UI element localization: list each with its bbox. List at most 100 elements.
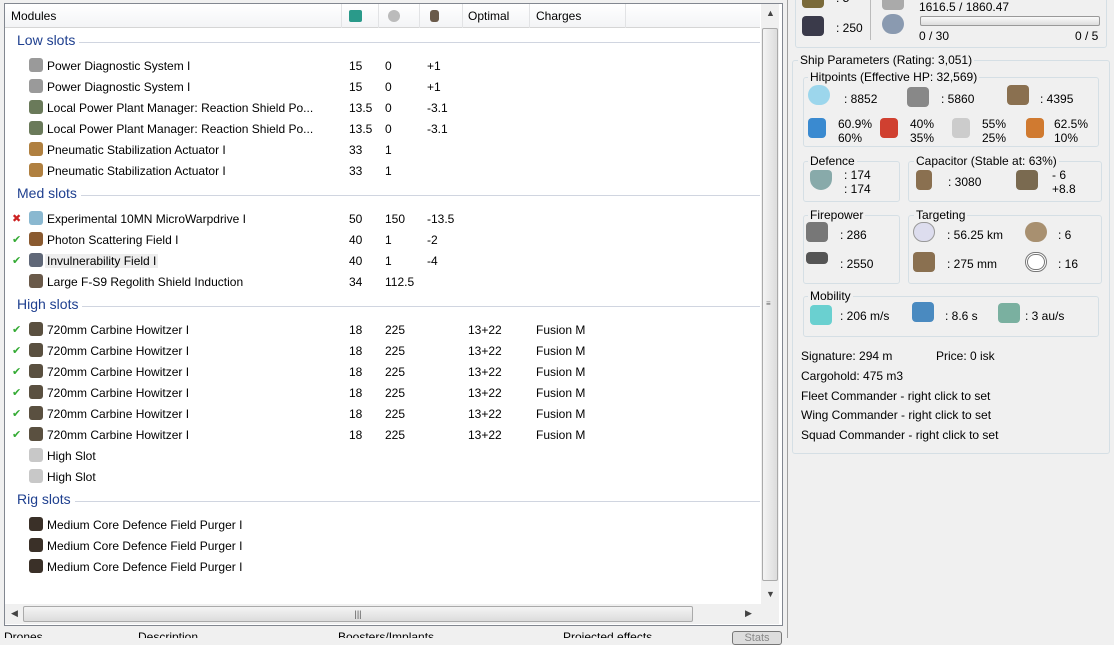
- module-row[interactable]: Power Diagnostic System I 15 0 +1: [5, 55, 760, 76]
- em-resist: 60.9% 60%: [838, 117, 873, 145]
- scroll-up-icon[interactable]: ▲: [766, 8, 775, 18]
- module-cpu: 50: [349, 212, 363, 226]
- module-powergrid: 225: [385, 407, 406, 421]
- drone-bandwidth-icon: [882, 14, 904, 34]
- scroll-down-icon[interactable]: ▼: [766, 589, 775, 599]
- module-charge[interactable]: Fusion M: [536, 323, 585, 337]
- module-name: Experimental 10MN MicroWarpdrive I: [47, 212, 246, 226]
- max-speed: : 206 m/s: [840, 309, 890, 323]
- section-header: Low slots: [5, 28, 760, 55]
- tab-boosters[interactable]: Boosters/Implants: [338, 630, 434, 638]
- module-icon: [29, 211, 43, 225]
- hscroll-thumb[interactable]: |||: [23, 606, 693, 622]
- col-charges[interactable]: Charges: [536, 9, 581, 23]
- scroll-left-icon[interactable]: ◀: [11, 608, 18, 619]
- module-row[interactable]: ✔ 720mm Carbine Howitzer I 18 225 13+22 …: [5, 340, 760, 361]
- active-check-icon[interactable]: ✔: [12, 254, 21, 267]
- module-name: High Slot: [47, 470, 96, 484]
- fleet-commander[interactable]: Fleet Commander - right click to set: [801, 389, 990, 403]
- shield-hp: : 8852: [844, 92, 878, 106]
- module-row[interactable]: ✔ Invulnerability Field I 40 1 -4: [5, 250, 760, 271]
- speed-icon: [810, 305, 832, 325]
- active-check-icon[interactable]: ✔: [12, 233, 21, 246]
- module-name: 720mm Carbine Howitzer I: [47, 323, 190, 337]
- defence-title: Defence: [808, 154, 857, 168]
- active-check-icon[interactable]: ✔: [12, 428, 21, 441]
- range-icon: [913, 222, 935, 242]
- max-targets-icon: [1025, 222, 1047, 242]
- module-powergrid: 1: [385, 143, 392, 157]
- module-capacitor: -3.1: [427, 122, 448, 136]
- hull-hp: : 4395: [1040, 92, 1074, 106]
- active-check-icon[interactable]: ✔: [12, 323, 21, 336]
- module-row[interactable]: ✔ 720mm Carbine Howitzer I 18 225 13+22 …: [5, 382, 760, 403]
- module-charge[interactable]: Fusion M: [536, 428, 585, 442]
- module-name: 720mm Carbine Howitzer I: [47, 386, 190, 400]
- module-capacitor: -4: [427, 254, 438, 268]
- module-row[interactable]: High Slot: [5, 466, 760, 487]
- module-row[interactable]: ✔ 720mm Carbine Howitzer I 18 225 13+22 …: [5, 319, 760, 340]
- module-charge[interactable]: Fusion M: [536, 386, 585, 400]
- module-charge[interactable]: Fusion M: [536, 344, 585, 358]
- shield-icon: [808, 85, 830, 105]
- module-powergrid: 1: [385, 254, 392, 268]
- offline-x-icon[interactable]: ✖: [12, 212, 21, 225]
- module-row[interactable]: Pneumatic Stabilization Actuator I 33 1: [5, 160, 760, 181]
- firepower-title: Firepower: [808, 208, 866, 222]
- cpu-col-icon[interactable]: [349, 10, 362, 22]
- module-row[interactable]: Medium Core Defence Field Purger I: [5, 556, 760, 577]
- module-name: High Slot: [47, 449, 96, 463]
- module-row[interactable]: Medium Core Defence Field Purger I: [5, 514, 760, 535]
- squad-commander[interactable]: Squad Commander - right click to set: [801, 428, 998, 442]
- active-check-icon[interactable]: ✔: [12, 344, 21, 357]
- tab-drones[interactable]: Drones: [4, 630, 43, 638]
- active-check-icon[interactable]: ✔: [12, 365, 21, 378]
- scroll-thumb[interactable]: ≡: [762, 28, 778, 581]
- module-row[interactable]: ✔ Photon Scattering Field I 40 1 -2: [5, 229, 760, 250]
- active-check-icon[interactable]: ✔: [12, 386, 21, 399]
- horizontal-scrollbar[interactable]: ◀ ||| ▶: [5, 604, 779, 624]
- wing-commander[interactable]: Wing Commander - right click to set: [801, 408, 991, 422]
- module-row[interactable]: High Slot: [5, 445, 760, 466]
- module-row[interactable]: Large F-S9 Regolith Shield Induction 34 …: [5, 271, 760, 292]
- active-check-icon[interactable]: ✔: [12, 407, 21, 420]
- section-title: Rig slots: [17, 491, 75, 507]
- stats-panel: : 5 : 250 1616.5 / 1860.47 0 / 30 0 / 5 …: [790, 0, 1114, 638]
- vertical-scrollbar[interactable]: ▲ ≡ ▼: [761, 4, 779, 604]
- module-row[interactable]: ✔ 720mm Carbine Howitzer I 18 225 13+22 …: [5, 424, 760, 445]
- module-row[interactable]: Local Power Plant Manager: Reaction Shie…: [5, 97, 760, 118]
- em-resist-icon: [808, 118, 826, 138]
- module-icon: [29, 385, 43, 399]
- module-row[interactable]: ✔ 720mm Carbine Howitzer I 18 225 13+22 …: [5, 403, 760, 424]
- powergrid-col-icon[interactable]: [388, 10, 400, 22]
- module-optimal: 13+22: [468, 344, 502, 358]
- module-name: Medium Core Defence Field Purger I: [47, 539, 243, 553]
- col-modules[interactable]: Modules: [11, 9, 56, 23]
- module-row[interactable]: Pneumatic Stabilization Actuator I 33 1: [5, 139, 760, 160]
- scroll-right-icon[interactable]: ▶: [745, 608, 752, 619]
- module-icon: [29, 343, 43, 357]
- tab-description[interactable]: Description: [138, 630, 198, 638]
- module-row[interactable]: ✖ Experimental 10MN MicroWarpdrive I 50 …: [5, 208, 760, 229]
- module-powergrid: 112.5: [385, 275, 415, 289]
- tab-projected[interactable]: Projected effects: [563, 630, 652, 638]
- module-row[interactable]: Medium Core Defence Field Purger I: [5, 535, 760, 556]
- col-optimal[interactable]: Optimal: [468, 9, 509, 23]
- module-charge[interactable]: Fusion M: [536, 407, 585, 421]
- module-capacitor: -13.5: [427, 212, 455, 226]
- align-time: : 8.6 s: [945, 309, 978, 323]
- module-icon: [29, 274, 43, 288]
- module-icon: [29, 142, 43, 156]
- module-row[interactable]: ✔ 720mm Carbine Howitzer I 18 225 13+22 …: [5, 361, 760, 382]
- module-cpu: 15: [349, 59, 363, 73]
- module-row[interactable]: Power Diagnostic System I 15 0 +1: [5, 76, 760, 97]
- stats-button[interactable]: Stats: [732, 631, 782, 645]
- module-icon: [29, 559, 43, 573]
- dps-value: : 286: [840, 228, 867, 242]
- module-icon: [29, 100, 43, 114]
- module-row[interactable]: Local Power Plant Manager: Reaction Shie…: [5, 118, 760, 139]
- module-charge[interactable]: Fusion M: [536, 365, 585, 379]
- calibration-icon: [802, 16, 824, 36]
- capacitor-col-icon[interactable]: [430, 10, 439, 22]
- module-powergrid: 1: [385, 164, 392, 178]
